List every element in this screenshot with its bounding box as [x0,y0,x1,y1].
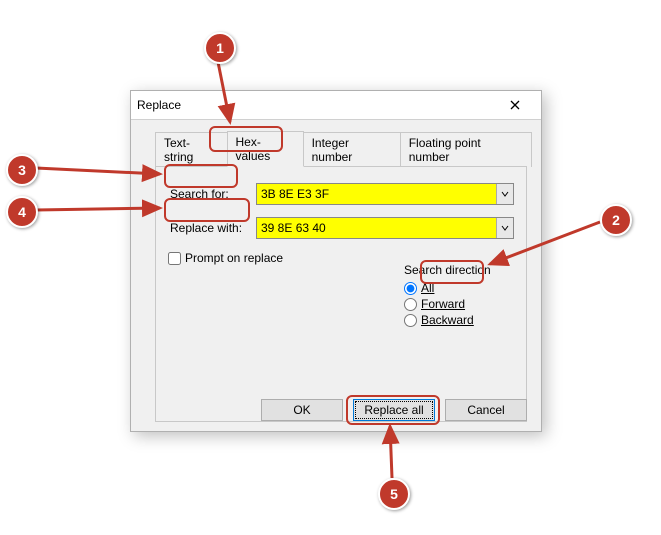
replace-all-button[interactable]: Replace all [353,399,435,421]
callout-1: 1 [204,32,236,64]
tab-strip: Text-string Hex-values Integer number Fl… [155,130,531,166]
radio-backward-label: Backward [421,313,474,327]
radio-forward[interactable] [404,298,417,311]
button-row: OK Replace all Cancel [261,399,527,421]
ok-button[interactable]: OK [261,399,343,421]
dialog-title: Replace [137,98,495,112]
prompt-on-replace-checkbox[interactable] [168,252,181,265]
close-button[interactable] [495,93,535,117]
prompt-on-replace-label: Prompt on replace [185,251,283,265]
search-direction-group: Search direction All Forward Backward [404,263,516,329]
radio-backward[interactable] [404,314,417,327]
tab-hex-values[interactable]: Hex-values [227,131,304,167]
tab-float[interactable]: Floating point number [400,132,532,167]
callout-3: 3 [6,154,38,186]
radio-all-label: All [421,281,434,295]
replace-dialog: Replace Text-string Hex-values Integer n… [130,90,542,432]
tab-panel: Search for: Replace with: Prompt on repl… [155,166,527,422]
callout-2: 2 [600,204,632,236]
search-for-combo[interactable] [256,183,514,205]
search-direction-label: Search direction [404,263,516,277]
radio-forward-label: Forward [421,297,465,311]
search-for-dropdown[interactable] [496,184,513,204]
tab-text-string[interactable]: Text-string [155,132,228,167]
chevron-down-icon [501,191,509,197]
replace-with-dropdown[interactable] [496,218,513,238]
replace-with-label: Replace with: [168,221,256,235]
cancel-button[interactable]: Cancel [445,399,527,421]
callout-5: 5 [378,478,410,510]
close-icon [510,100,520,110]
search-for-input[interactable] [257,187,496,201]
callout-4: 4 [6,196,38,228]
search-for-label: Search for: [168,187,256,201]
replace-with-combo[interactable] [256,217,514,239]
titlebar: Replace [131,91,541,120]
radio-all[interactable] [404,282,417,295]
chevron-down-icon [501,225,509,231]
replace-with-input[interactable] [257,221,496,235]
tab-integer[interactable]: Integer number [303,132,401,167]
